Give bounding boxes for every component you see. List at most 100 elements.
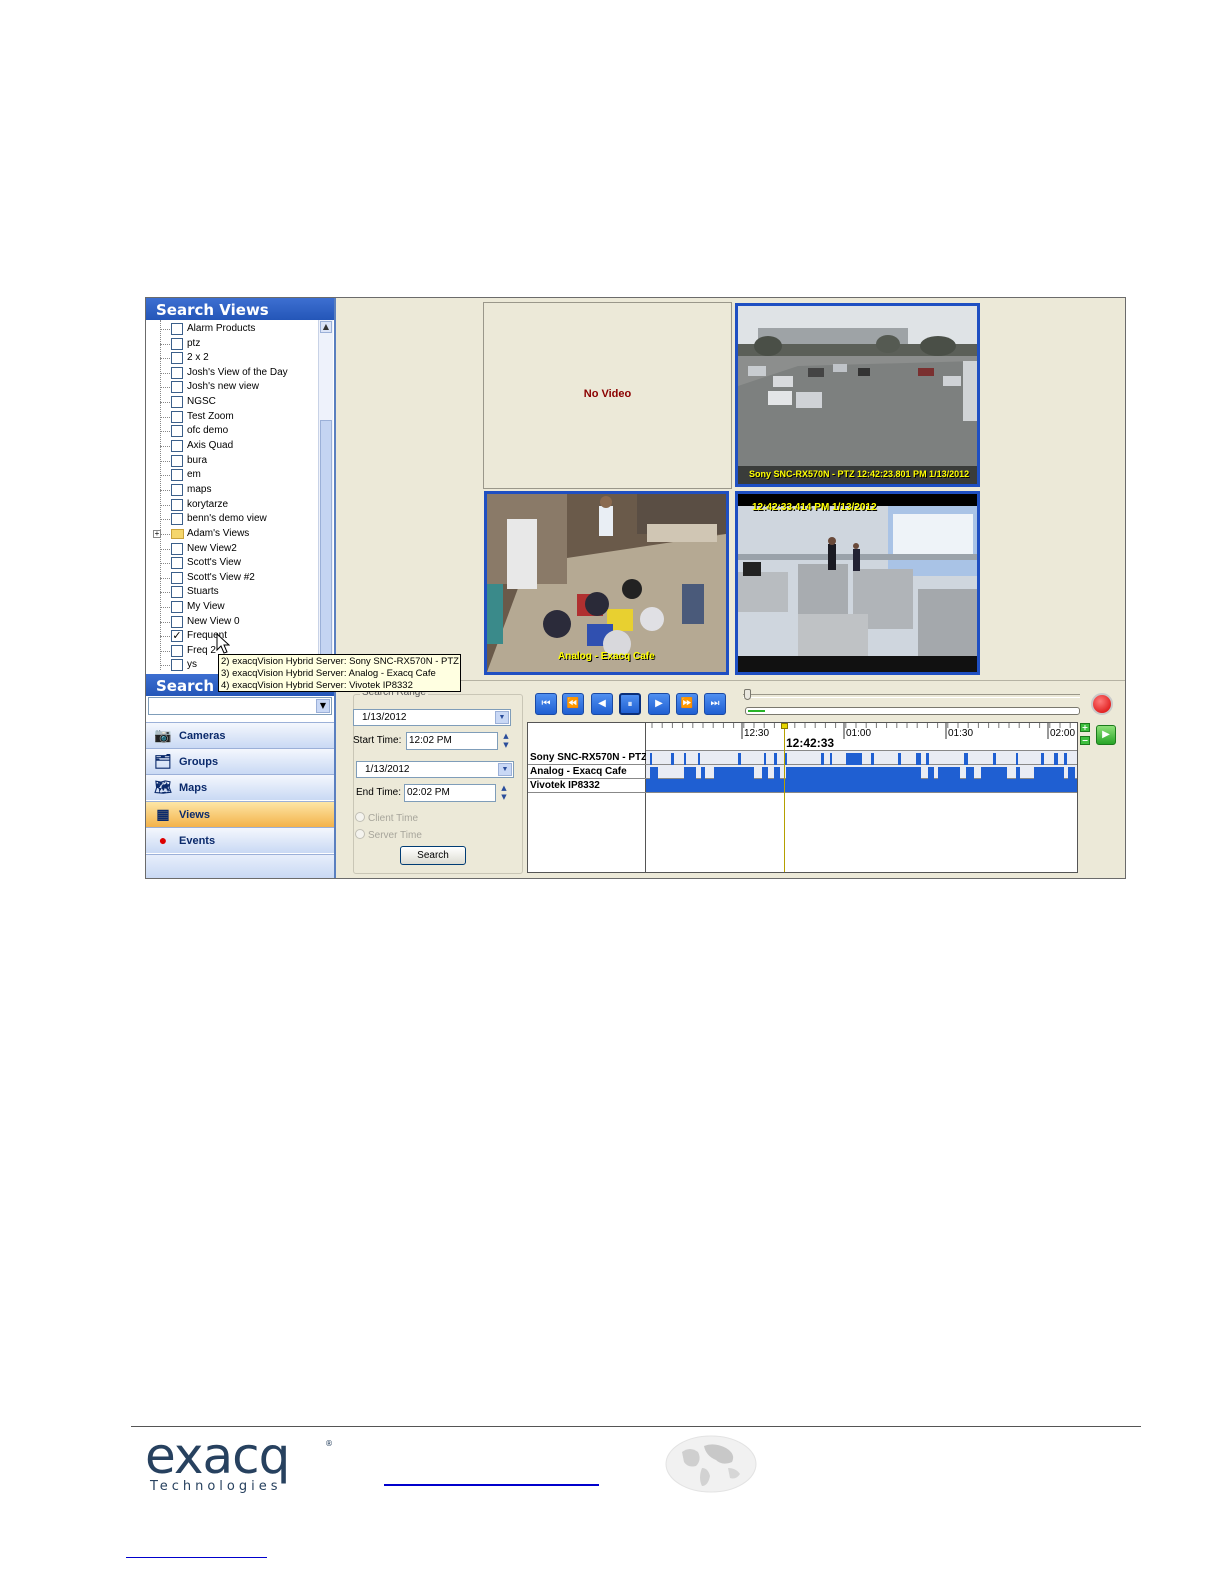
checkbox[interactable] xyxy=(171,396,183,408)
tick-label: 01:30 xyxy=(948,728,974,739)
nav-maps[interactable]: 🗺 Maps xyxy=(146,774,334,800)
no-video-label: No Video xyxy=(583,388,632,400)
rewind-button[interactable]: ⏪ xyxy=(562,693,584,715)
nav-bar-bottom xyxy=(146,854,334,878)
playhead-handle[interactable] xyxy=(781,723,788,729)
track-name[interactable]: Sony SNC-RX570N - PTZ xyxy=(528,751,646,765)
checkbox[interactable] xyxy=(171,499,183,511)
video-tile-analog-cafe[interactable]: Analog - Exacq Cafe xyxy=(484,491,729,675)
pause-icon: ⏸ xyxy=(627,699,633,710)
checkbox[interactable] xyxy=(171,381,183,393)
start-time-input[interactable]: 12:02 PM xyxy=(406,732,498,750)
end-time-label: End Time: xyxy=(356,787,402,798)
search-input[interactable]: ▼ xyxy=(148,697,332,715)
checkbox[interactable] xyxy=(171,469,183,481)
checkbox[interactable] xyxy=(171,513,183,525)
search-button[interactable]: Search xyxy=(400,846,466,865)
chevron-down-icon[interactable]: ▼ xyxy=(316,699,330,713)
nav-events[interactable]: ● Events xyxy=(146,827,334,853)
skip-start-icon: ⏮ xyxy=(541,698,551,709)
checkbox[interactable] xyxy=(171,338,183,350)
views-icon: ▦ xyxy=(156,806,170,822)
progress-fill xyxy=(748,710,765,712)
zoom-in-right-icon[interactable]: + xyxy=(1080,723,1090,732)
video-tile-sony-ptz[interactable]: Sony SNC-RX570N - PTZ 12:42:23.801 PM 1/… xyxy=(735,303,980,487)
track-names-column: Sony SNC-RX570N - PTZ Analog - Exacq Caf… xyxy=(528,723,646,872)
checkbox-checked[interactable]: ✓ xyxy=(171,630,183,642)
tick-label: 01:00 xyxy=(846,728,872,739)
zoom-out-right-icon[interactable]: − xyxy=(1080,736,1090,745)
step-back-icon: ◀ xyxy=(598,698,606,709)
event-alarm-icon: ● xyxy=(158,832,168,848)
playhead-line[interactable] xyxy=(784,723,785,872)
end-time-spinner[interactable]: ▲ ▼ xyxy=(498,784,510,802)
nav-views[interactable]: ▦ Views xyxy=(146,801,334,827)
timeline-panel[interactable]: Sony SNC-RX570N - PTZ Analog - Exacq Caf… xyxy=(527,722,1078,873)
client-time-radio[interactable]: Client Time xyxy=(355,812,418,824)
checkbox[interactable] xyxy=(171,645,183,657)
chevron-down-icon[interactable]: ▼ xyxy=(495,711,509,724)
current-time-label: 12:42:33 xyxy=(786,736,835,750)
checkbox[interactable] xyxy=(171,484,183,496)
nav-cameras[interactable]: 📷 Cameras xyxy=(146,722,334,748)
scroll-thumb[interactable] xyxy=(320,420,332,658)
nav-groups[interactable]: 🗂 Groups xyxy=(146,748,334,774)
step-forward-button[interactable]: ▶ xyxy=(648,693,670,715)
video-grid: No Video Sony SNC-RX570N - PTZ 12:42:23.… xyxy=(339,298,1125,681)
tooltip-line: 2) exacqVision Hybrid Server: Sony SNC-R… xyxy=(221,656,459,667)
checkbox[interactable] xyxy=(171,455,183,467)
footer-link-underline[interactable] xyxy=(384,1484,599,1486)
start-date-dropdown[interactable]: 1/13/2012 ▼ xyxy=(353,709,511,726)
chevron-down-icon[interactable]: ▼ xyxy=(498,763,512,776)
timeline-track-vivotek[interactable] xyxy=(646,779,1077,793)
checkbox[interactable] xyxy=(171,323,183,335)
checkbox[interactable] xyxy=(171,352,183,364)
video-tile-vivotek[interactable]: 12:42:33.414 PM 1/13/2012 xyxy=(735,491,980,675)
views-tree[interactable]: Alarm Products ptz 2 x 2 Josh's View of … xyxy=(146,320,334,672)
checkbox[interactable] xyxy=(171,601,183,613)
tree-scrollbar[interactable]: ▲ xyxy=(318,320,333,672)
speed-slider-handle[interactable] xyxy=(744,689,751,700)
logo-subtitle: Technologies xyxy=(150,1479,282,1494)
timeline-track-cafe[interactable] xyxy=(646,765,1077,780)
skip-to-end-button[interactable]: ⏭ xyxy=(704,693,726,715)
camera-overlay-text: Analog - Exacq Cafe xyxy=(558,651,655,662)
checkbox[interactable] xyxy=(171,425,183,437)
arrow-right-icon: ▶ xyxy=(1102,729,1110,740)
timeline-track-sony[interactable] xyxy=(646,751,1077,766)
video-tile-empty[interactable]: No Video xyxy=(483,302,732,489)
end-time-input[interactable]: 02:02 PM xyxy=(404,784,496,802)
checkbox[interactable] xyxy=(171,411,183,423)
scroll-up-icon[interactable]: ▲ xyxy=(320,321,332,333)
checkbox[interactable] xyxy=(171,572,183,584)
checkbox[interactable] xyxy=(171,659,183,671)
end-date-dropdown[interactable]: 1/13/2012 ▼ xyxy=(356,761,514,778)
checkbox[interactable] xyxy=(171,557,183,569)
speed-slider-track[interactable] xyxy=(743,694,1080,698)
track-name[interactable]: Analog - Exacq Cafe xyxy=(528,765,646,779)
checkbox[interactable] xyxy=(171,367,183,379)
server-time-radio[interactable]: Server Time xyxy=(355,829,422,841)
camera-icon: 📷 xyxy=(154,727,172,743)
timeline-scale[interactable]: 12:30 01:00 01:30 02:00 12:42:33 xyxy=(646,723,1077,751)
skip-end-icon: ⏭ xyxy=(710,698,720,709)
view-tooltip: 2) exacqVision Hybrid Server: Sony SNC-R… xyxy=(218,654,461,692)
tooltip-line: 4) exacqVision Hybrid Server: Vivotek IP… xyxy=(221,680,413,691)
logo-registered-mark: ® xyxy=(325,1439,333,1448)
track-name[interactable]: Vivotek IP8332 xyxy=(528,779,646,793)
checkbox[interactable] xyxy=(171,586,183,598)
checkbox[interactable] xyxy=(171,543,183,555)
record-button[interactable] xyxy=(1091,693,1113,715)
pause-button[interactable]: ⏸ xyxy=(619,693,641,715)
fast-forward-button[interactable]: ⏩ xyxy=(676,693,698,715)
playback-progress-bar xyxy=(745,707,1080,715)
checkbox[interactable] xyxy=(171,616,183,628)
skip-to-start-button[interactable]: ⏮ xyxy=(535,693,557,715)
rewind-icon: ⏪ xyxy=(566,698,580,709)
timeline-forward-button[interactable]: ▶ xyxy=(1096,725,1116,745)
tooltip-line: 3) exacqVision Hybrid Server: Analog - E… xyxy=(221,668,436,679)
step-back-button[interactable]: ◀ xyxy=(591,693,613,715)
footer-bottom-link-underline[interactable] xyxy=(126,1557,267,1558)
start-time-spinner[interactable]: ▲ ▼ xyxy=(500,732,512,750)
checkbox[interactable] xyxy=(171,440,183,452)
